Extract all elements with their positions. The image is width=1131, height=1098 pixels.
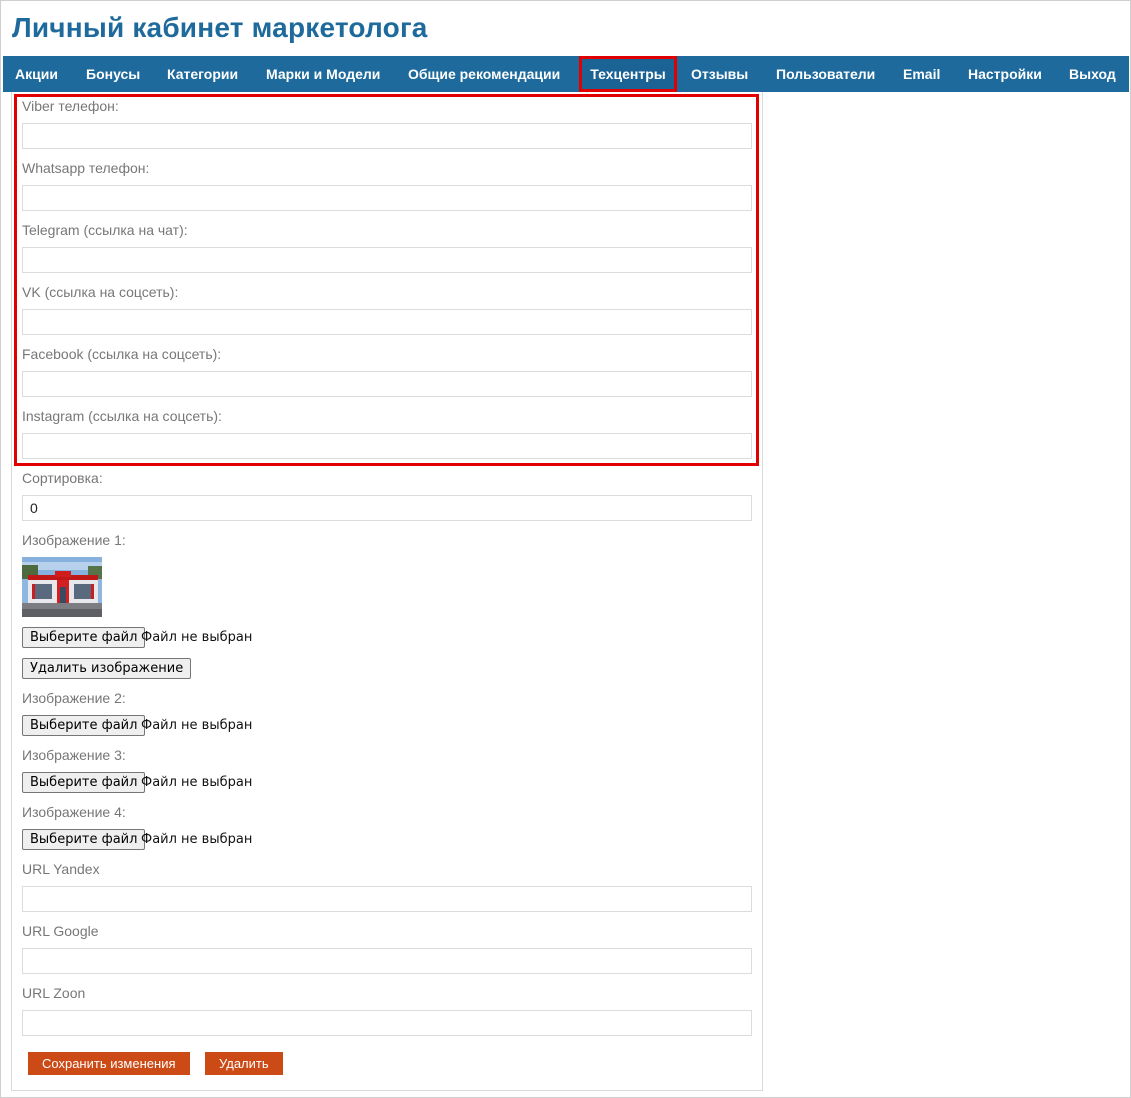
image-4-label: Изображение 4: — [22, 804, 126, 820]
instagram-input[interactable] — [22, 433, 752, 459]
whatsapp-label: Whatsapp телефон: — [22, 160, 150, 176]
delete-button[interactable]: Удалить — [205, 1052, 283, 1075]
image-2-label: Изображение 2: — [22, 690, 126, 706]
nav-item-bonuses[interactable]: Бонусы — [86, 56, 140, 92]
form-panel — [11, 92, 763, 1091]
image-3-file-status: Файл не выбран — [141, 775, 253, 790]
sort-input[interactable] — [22, 495, 752, 521]
url-google-label: URL Google — [22, 923, 99, 939]
vk-input[interactable] — [22, 309, 752, 335]
image-4-file-status: Файл не выбран — [141, 832, 253, 847]
delete-image-button[interactable]: Удалить изображение — [22, 658, 192, 679]
image-3-choose-file-button[interactable]: Выберите файл — [22, 772, 146, 793]
nav-item-users[interactable]: Пользователи — [776, 56, 875, 92]
vk-label: VK (ссылка на соцсеть): — [22, 284, 179, 300]
page-title: Личный кабинет маркетолога — [12, 12, 428, 43]
nav-item-makes-models[interactable]: Марки и Модели — [266, 56, 380, 92]
image-3-label: Изображение 3: — [22, 747, 126, 763]
url-zoon-label: URL Zoon — [22, 985, 86, 1001]
main-nav: Акции Бонусы Категории Марки и Модели Об… — [3, 56, 1129, 92]
save-changes-button[interactable]: Сохранить изменения — [28, 1052, 190, 1075]
nav-item-promotions[interactable]: Акции — [15, 56, 58, 92]
url-zoon-input[interactable] — [22, 1010, 752, 1036]
facebook-input[interactable] — [22, 371, 752, 397]
nav-item-categories[interactable]: Категории — [167, 56, 238, 92]
facebook-label: Facebook (ссылка на соцсеть): — [22, 346, 222, 362]
url-yandex-label: URL Yandex — [22, 861, 100, 877]
nav-item-reviews[interactable]: Отзывы — [691, 56, 748, 92]
sort-label: Сортировка: — [22, 470, 103, 486]
nav-item-techcenters[interactable]: Техцентры — [579, 56, 677, 92]
nav-item-email[interactable]: Email — [903, 56, 940, 92]
telegram-input[interactable] — [22, 247, 752, 273]
nav-item-recommendations[interactable]: Общие рекомендации — [408, 56, 560, 92]
whatsapp-input[interactable] — [22, 185, 752, 211]
instagram-label: Instagram (ссылка на соцсеть): — [22, 408, 222, 424]
image-1-label: Изображение 1: — [22, 532, 126, 548]
building-photo-icon — [22, 557, 102, 617]
image-2-file-status: Файл не выбран — [141, 718, 253, 733]
image-1-thumbnail — [22, 557, 102, 617]
nav-item-logout[interactable]: Выход — [1069, 56, 1116, 92]
image-1-file-status: Файл не выбран — [141, 630, 253, 645]
image-4-choose-file-button[interactable]: Выберите файл — [22, 829, 146, 850]
viber-input[interactable] — [22, 123, 752, 149]
viber-label: Viber телефон: — [22, 98, 119, 114]
image-1-choose-file-button[interactable]: Выберите файл — [22, 627, 146, 648]
url-yandex-input[interactable] — [22, 886, 752, 912]
url-google-input[interactable] — [22, 948, 752, 974]
telegram-label: Telegram (ссылка на чат): — [22, 222, 188, 238]
nav-item-settings[interactable]: Настройки — [968, 56, 1042, 92]
image-2-choose-file-button[interactable]: Выберите файл — [22, 715, 146, 736]
